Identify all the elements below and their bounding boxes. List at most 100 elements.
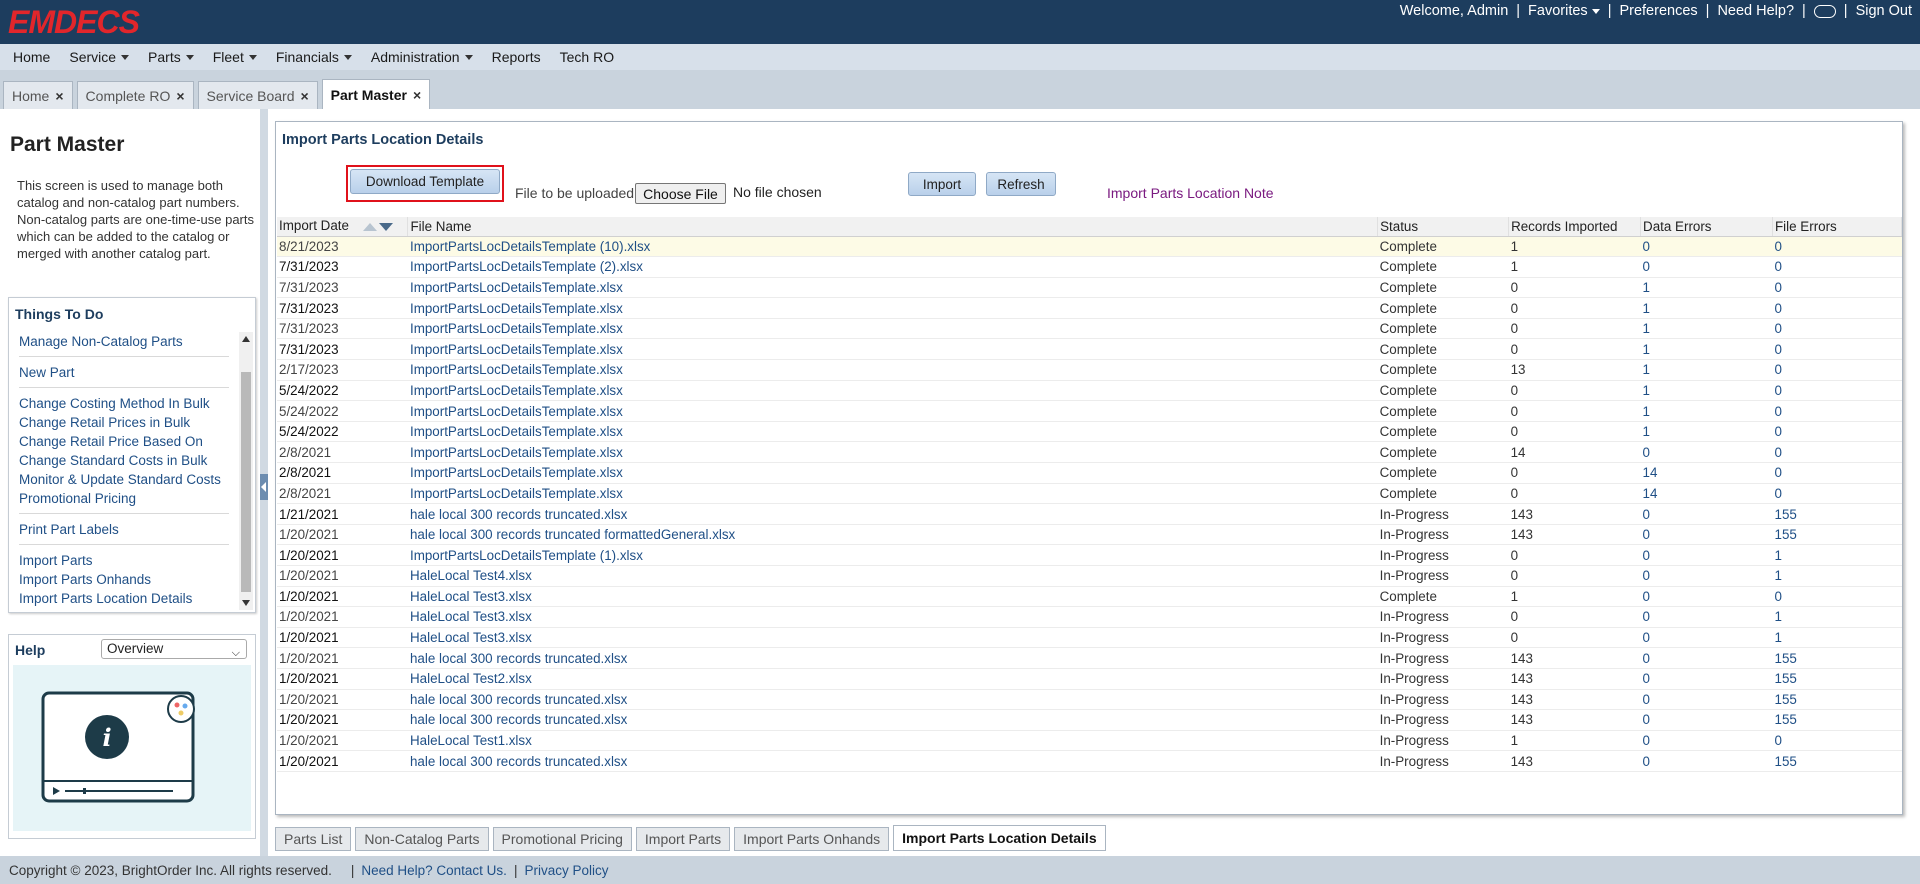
cell-file-errors[interactable]: 1	[1772, 606, 1902, 628]
cell-data-errors[interactable]: 1	[1640, 380, 1773, 402]
cell-file-errors[interactable]: 0	[1772, 297, 1902, 319]
cell-file-name[interactable]: ImportPartsLocDetailsTemplate.xlsx	[407, 441, 1378, 464]
menu-service[interactable]: Service	[61, 49, 138, 65]
menu-home[interactable]: Home	[5, 49, 59, 65]
scroll-thumb[interactable]	[241, 372, 251, 592]
bottom-tab-non-catalog-parts[interactable]: Non-Catalog Parts	[355, 827, 489, 851]
cell-file-name[interactable]: hale local 300 records truncated.xlsx	[407, 647, 1378, 669]
cell-file-errors[interactable]: 0	[1772, 318, 1902, 340]
table-row[interactable]: 8/21/2023 ImportPartsLocDetailsTemplate (…	[277, 236, 1902, 258]
favorites-menu[interactable]: Favorites	[1528, 3, 1600, 19]
help-topic-select[interactable]: Overview ⌵	[101, 639, 247, 659]
cell-file-name[interactable]: ImportPartsLocDetailsTemplate.xlsx	[407, 338, 1378, 361]
scrollbar[interactable]	[239, 332, 253, 610]
cell-data-errors[interactable]: 0	[1640, 544, 1773, 566]
cell-file-errors[interactable]: 155	[1772, 689, 1902, 711]
tab-home[interactable]: Home ×	[3, 81, 73, 109]
table-row[interactable]: 1/20/2021 HaleLocal Test2.xlsx In-Progress…	[277, 668, 1902, 690]
import-note-link[interactable]: Import Parts Location Note	[1107, 185, 1274, 201]
table-row[interactable]: 7/31/2023 ImportPartsLocDetailsTemplate (…	[277, 256, 1902, 278]
cell-data-errors[interactable]: 0	[1640, 586, 1773, 608]
todo-link-import-parts[interactable]: Import Parts	[19, 551, 229, 570]
column-header-data-errors[interactable]: Data Errors	[1640, 217, 1773, 237]
bottom-tab-promotional-pricing[interactable]: Promotional Pricing	[492, 827, 632, 851]
refresh-button[interactable]: Refresh	[986, 172, 1056, 196]
cell-file-name[interactable]: HaleLocal Test3.xlsx	[407, 627, 1378, 649]
table-row[interactable]: 5/24/2022 ImportPartsLocDetailsTemplate.x…	[277, 400, 1902, 422]
tab-complete-ro[interactable]: Complete RO ×	[76, 81, 194, 109]
panel-splitter[interactable]	[260, 109, 268, 856]
cell-file-errors[interactable]: 0	[1772, 256, 1902, 278]
todo-link-change-standard-costs-in-bulk[interactable]: Change Standard Costs in Bulk	[19, 451, 229, 470]
menu-parts[interactable]: Parts	[140, 49, 203, 65]
cell-data-errors[interactable]: 0	[1640, 689, 1773, 711]
table-row[interactable]: 1/20/2021 HaleLocal Test3.xlsx Complete 1 0 0	[277, 586, 1902, 608]
todo-link-promotional-pricing[interactable]: Promotional Pricing	[19, 489, 229, 508]
menu-reports[interactable]: Reports	[484, 49, 550, 65]
cell-data-errors[interactable]: 1	[1640, 297, 1773, 319]
todo-link-change-costing-method-in-bulk[interactable]: Change Costing Method In Bulk	[19, 394, 229, 413]
bottom-tab-import-parts[interactable]: Import Parts	[635, 827, 731, 851]
cell-data-errors[interactable]: 0	[1640, 668, 1773, 690]
close-icon[interactable]: ×	[55, 88, 63, 104]
need-help-link[interactable]: Need Help?	[1717, 3, 1794, 19]
cell-file-errors[interactable]: 1	[1772, 565, 1902, 587]
sort-icon[interactable]	[362, 219, 393, 234]
todo-link-monitor-update-standard-costs[interactable]: Monitor & Update Standard Costs	[19, 470, 229, 489]
help-video-thumbnail[interactable]: i	[13, 665, 251, 831]
preferences-link[interactable]: Preferences	[1619, 3, 1697, 19]
cell-data-errors[interactable]: 0	[1640, 256, 1773, 278]
table-row[interactable]: 2/8/2021 ImportPartsLocDetailsTemplate.xl…	[277, 483, 1902, 505]
cell-file-errors[interactable]: 0	[1772, 338, 1902, 361]
privacy-policy-link[interactable]: Privacy Policy	[524, 863, 608, 878]
cell-file-errors[interactable]: 155	[1772, 709, 1902, 731]
table-row[interactable]: 7/31/2023 ImportPartsLocDetailsTemplate.x…	[277, 297, 1902, 319]
table-row[interactable]: 1/20/2021 ImportPartsLocDetailsTemplate (…	[277, 544, 1902, 566]
toggle-icon[interactable]	[1813, 4, 1836, 18]
table-row[interactable]: 1/20/2021 HaleLocal Test1.xlsx In-Progress…	[277, 730, 1902, 752]
tab-part-master[interactable]: Part Master ×	[321, 79, 431, 109]
cell-data-errors[interactable]: 0	[1640, 236, 1773, 258]
table-row[interactable]: 1/21/2021 hale local 300 records truncate…	[277, 503, 1902, 525]
cell-file-name[interactable]: ImportPartsLocDetailsTemplate.xlsx	[407, 359, 1378, 381]
cell-file-name[interactable]: hale local 300 records truncated.xlsx	[407, 709, 1378, 731]
cell-file-name[interactable]: hale local 300 records truncated.xlsx	[407, 503, 1378, 525]
table-row[interactable]: 7/31/2023 ImportPartsLocDetailsTemplate.x…	[277, 318, 1902, 340]
table-row[interactable]: 2/8/2021 ImportPartsLocDetailsTemplate.xl…	[277, 441, 1902, 464]
table-row[interactable]: 5/24/2022 ImportPartsLocDetailsTemplate.x…	[277, 380, 1902, 402]
cell-data-errors[interactable]: 0	[1640, 565, 1773, 587]
cell-file-errors[interactable]: 0	[1772, 586, 1902, 608]
column-header-records-imported[interactable]: Records Imported	[1508, 217, 1642, 237]
close-icon[interactable]: ×	[176, 88, 184, 104]
cell-file-name[interactable]: ImportPartsLocDetailsTemplate.xlsx	[407, 380, 1378, 402]
bottom-tab-import-parts-onhands[interactable]: Import Parts Onhands	[734, 827, 890, 851]
cell-file-name[interactable]: ImportPartsLocDetailsTemplate.xlsx	[407, 483, 1378, 505]
scroll-down-icon[interactable]	[242, 600, 250, 606]
tab-service-board[interactable]: Service Board ×	[197, 81, 318, 109]
cell-data-errors[interactable]: 0	[1640, 750, 1773, 772]
menu-fleet[interactable]: Fleet	[205, 49, 266, 65]
column-header-status[interactable]: Status	[1377, 217, 1510, 237]
cell-data-errors[interactable]: 0	[1640, 627, 1773, 649]
cell-file-errors[interactable]: 0	[1772, 380, 1902, 402]
todo-link-manage-non-catalog-parts[interactable]: Manage Non-Catalog Parts	[19, 332, 229, 351]
column-header-import-date[interactable]: Import Date	[277, 217, 409, 237]
cell-file-errors[interactable]: 0	[1772, 359, 1902, 381]
cell-data-errors[interactable]: 0	[1640, 606, 1773, 628]
cell-file-errors[interactable]: 0	[1772, 441, 1902, 464]
table-row[interactable]: 2/8/2021 ImportPartsLocDetailsTemplate.xl…	[277, 462, 1902, 484]
cell-data-errors[interactable]: 0	[1640, 709, 1773, 731]
cell-file-name[interactable]: ImportPartsLocDetailsTemplate.xlsx	[407, 318, 1378, 340]
contact-us-link[interactable]: Need Help? Contact Us.	[361, 863, 507, 878]
cell-data-errors[interactable]: 1	[1640, 338, 1773, 361]
table-row[interactable]: 5/24/2022 ImportPartsLocDetailsTemplate.x…	[277, 421, 1902, 443]
cell-file-name[interactable]: ImportPartsLocDetailsTemplate.xlsx	[407, 297, 1378, 319]
collapse-left-icon[interactable]	[260, 474, 268, 500]
column-header-file-errors[interactable]: File Errors	[1772, 217, 1902, 237]
cell-data-errors[interactable]: 14	[1640, 483, 1773, 505]
cell-data-errors[interactable]: 1	[1640, 359, 1773, 381]
sign-out-link[interactable]: Sign Out	[1856, 3, 1912, 19]
table-row[interactable]: 1/20/2021 hale local 300 records truncate…	[277, 647, 1902, 669]
todo-link-new-part[interactable]: New Part	[19, 363, 229, 382]
download-template-button[interactable]: Download Template	[350, 169, 500, 194]
